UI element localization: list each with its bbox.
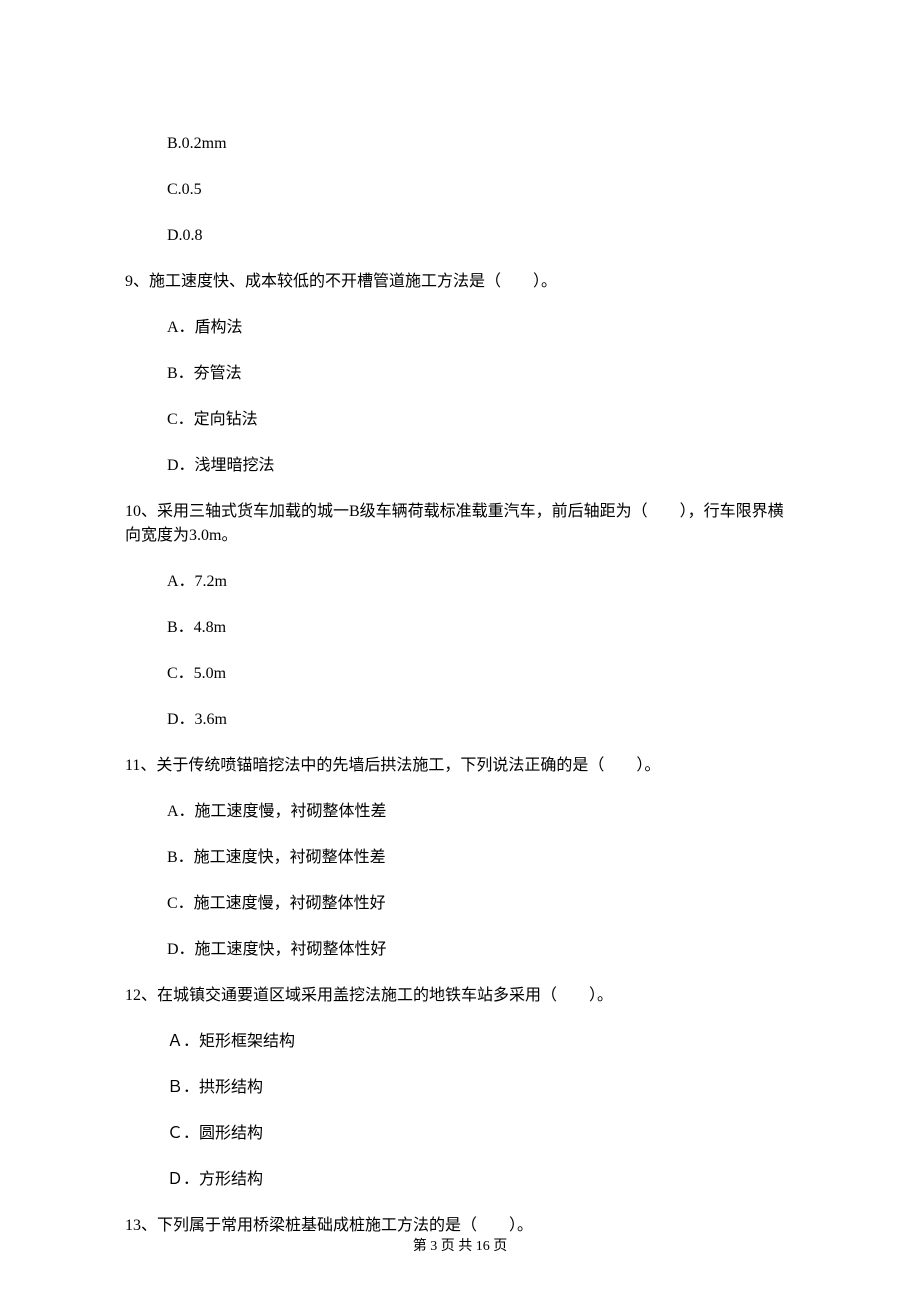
option-item: C．定向钻法	[167, 408, 795, 432]
option-item: B．4.8m	[167, 616, 795, 640]
question-11: 11、关于传统喷锚暗挖法中的先墙后拱法施工，下列说法正确的是（ ）。	[125, 754, 795, 778]
page-content: B.0.2mm C.0.5 D.0.8 9、施工速度快、成本较低的不开槽管道施工…	[0, 0, 920, 1238]
page-footer: 第 3 页 共 16 页	[0, 1236, 920, 1257]
option-item: B.0.2mm	[167, 132, 795, 156]
option-item: B．夯管法	[167, 362, 795, 386]
option-item: Ｄ．方形结构	[167, 1168, 795, 1192]
option-item: D．浅埋暗挖法	[167, 454, 795, 478]
option-item: C．5.0m	[167, 662, 795, 686]
question-10: 10、采用三轴式货车加载的城一B级车辆荷载标准载重汽车，前后轴距为（ ），行车限…	[125, 500, 795, 548]
option-item: A．盾构法	[167, 316, 795, 340]
option-item: D．3.6m	[167, 708, 795, 732]
option-item: A．7.2m	[167, 570, 795, 594]
question-12: 12、在城镇交通要道区域采用盖挖法施工的地铁车站多采用（ ）。	[125, 984, 795, 1008]
option-item: Ａ．矩形框架结构	[167, 1030, 795, 1054]
option-item: A．施工速度慢，衬砌整体性差	[167, 800, 795, 824]
option-item: C.0.5	[167, 178, 795, 202]
option-item: C．施工速度慢，衬砌整体性好	[167, 892, 795, 916]
option-item: D.0.8	[167, 224, 795, 248]
option-item: D．施工速度快，衬砌整体性好	[167, 938, 795, 962]
question-9: 9、施工速度快、成本较低的不开槽管道施工方法是（ ）。	[125, 270, 795, 294]
option-item: Ｂ．拱形结构	[167, 1076, 795, 1100]
option-item: B．施工速度快，衬砌整体性差	[167, 846, 795, 870]
question-13: 13、下列属于常用桥梁桩基础成桩施工方法的是（ ）。	[125, 1214, 795, 1238]
option-item: Ｃ．圆形结构	[167, 1122, 795, 1146]
